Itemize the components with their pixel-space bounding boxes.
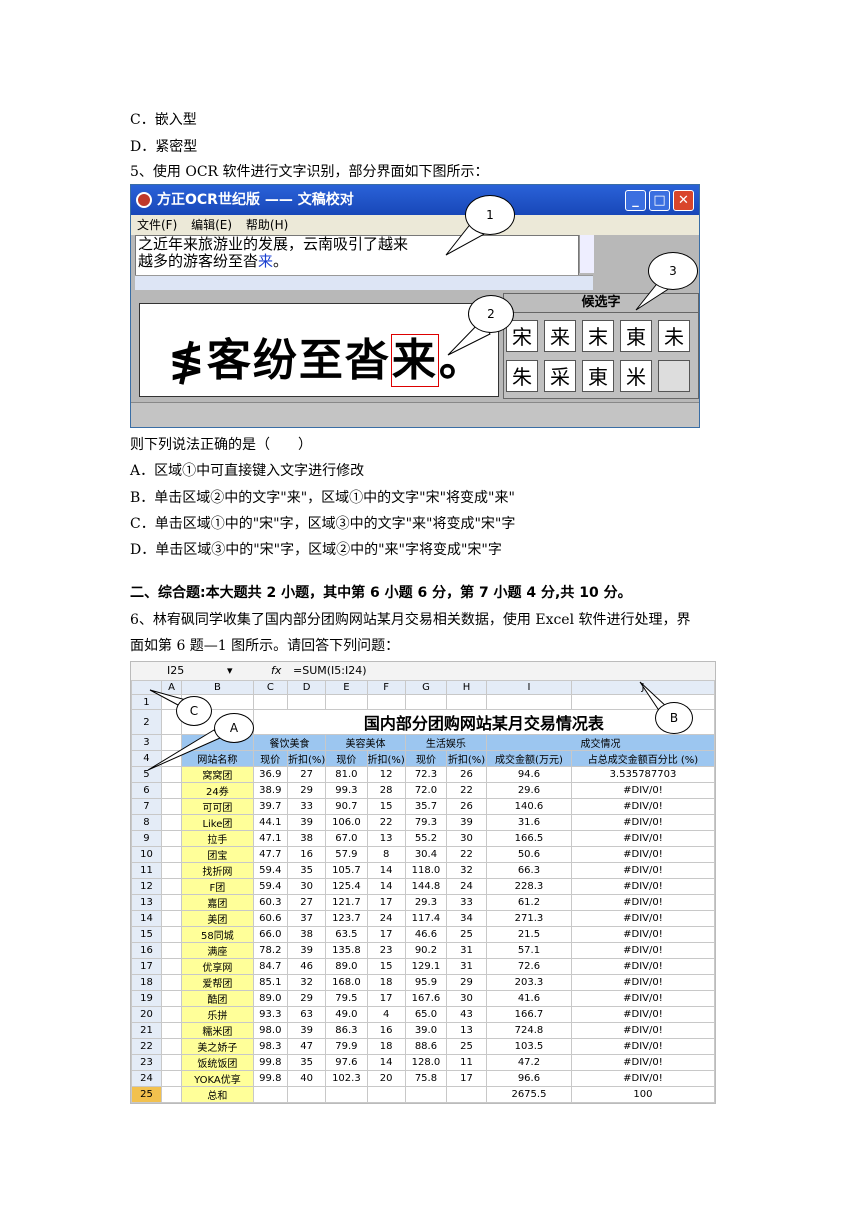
callout-c: C — [176, 696, 212, 726]
callout-a-pointer — [147, 729, 221, 771]
callout-b: B — [655, 702, 693, 734]
callout-a: A — [214, 713, 254, 743]
excel-callout-pointers — [147, 681, 669, 771]
